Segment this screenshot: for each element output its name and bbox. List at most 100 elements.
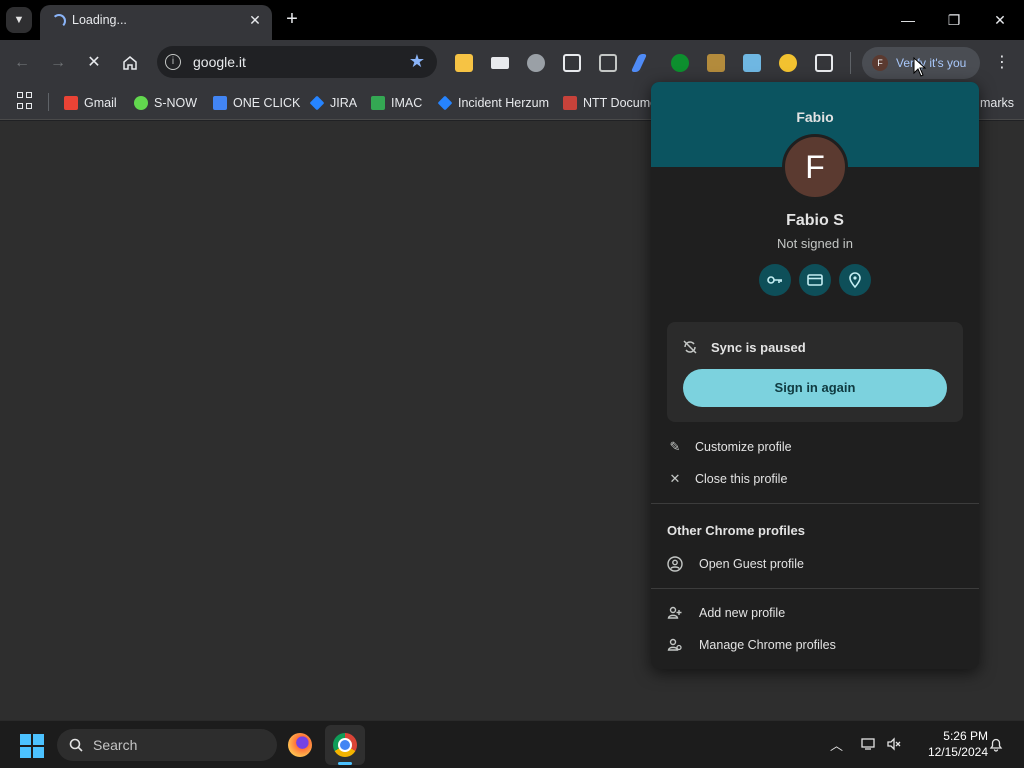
profile-full-name: Fabio S [786,212,844,229]
bookmark-incident-herzum[interactable]: Incident Herzum [437,93,550,113]
chrome-menu-button[interactable]: ⋮ [992,53,1012,73]
tab-search-button[interactable]: ▼ [6,7,32,33]
verify-label: Verify it's you [896,56,967,70]
profile-avatar: F [782,134,848,200]
bookmark-one-click[interactable]: ONE CLICK [213,93,300,113]
tools-extension-icon[interactable] [527,54,545,72]
active-tab[interactable]: Loading... ✕ [40,5,272,40]
chrome-icon [333,733,357,757]
bookmark-label: marks [980,96,1015,110]
mouse-cursor-icon [913,57,927,77]
mail-extension-icon[interactable] [491,57,509,69]
bookmarks-divider [48,93,49,111]
bookmark-star-icon[interactable]: ★ [409,51,425,72]
glasses-extension-icon[interactable] [563,54,581,72]
puzzle-extensions-icon[interactable] [815,54,833,72]
bookmark-label: IMAC [391,96,423,110]
menu-divider [651,503,979,504]
tab-strip: ▼ Loading... ✕ + — ❐ ✕ [0,0,1024,40]
emoji-extension-icon[interactable] [779,54,797,72]
menu-item-label: Close this profile [695,472,788,486]
bookmark-label: JIRA [330,96,358,110]
firefox-icon[interactable] [288,733,312,757]
add-new-profile-item[interactable]: Add new profile [651,599,979,627]
profile-avatar-small: F [872,55,888,71]
close-profile-item[interactable]: ✕ Close this profile [651,465,979,493]
pen-extension-icon[interactable] [630,54,648,72]
sync-paused-icon [683,340,697,354]
bookmark-label: Gmail [84,96,117,110]
menu-divider [651,588,979,589]
bookmark-ntt-documents[interactable]: NTT Docume [563,93,651,113]
network-icon[interactable] [861,736,877,755]
profile-menu: Fabio F Fabio S Not signed in Sync is pa… [651,82,979,669]
notifications-icon[interactable] [988,736,1004,755]
bookmark-label: ONE CLICK [233,96,301,110]
jira-icon [309,95,325,111]
open-guest-profile-item[interactable]: Open Guest profile [651,550,979,578]
customize-profile-item[interactable]: ✎ Customize profile [651,433,979,461]
tab-close-button[interactable]: ✕ [246,11,264,29]
more-vert-icon: ⋮ [994,54,1010,71]
loading-spinner-icon [52,14,66,28]
clock-time[interactable]: 5:26 PM [928,729,988,743]
servicenow-icon [134,96,148,110]
arrow-right-icon: → [50,54,66,71]
screen-extension-icon[interactable] [743,54,761,72]
bookmark-imac[interactable]: IMAC [371,93,422,113]
menu-item-label: Customize profile [695,440,792,454]
chrome-taskbar-button[interactable] [325,725,365,765]
url-text: google.it [193,54,246,70]
imac-icon [371,96,385,110]
maximize-button[interactable]: ❐ [944,10,964,30]
close-window-button[interactable]: ✕ [990,10,1010,30]
manage-profiles-item[interactable]: Manage Chrome profiles [651,631,979,659]
toolbar-divider [850,52,851,74]
pencil-icon: ✎ [669,439,681,454]
forward-button[interactable]: → [46,51,70,75]
clock-date[interactable]: 12/15/2024 [908,745,988,759]
chevron-down-icon: ▼ [13,14,25,26]
all-bookmarks-button[interactable]: marks [980,93,1014,113]
show-hidden-icons-button[interactable]: ︿ [830,735,843,754]
guest-profile-icon [667,556,683,572]
new-tab-button[interactable]: + [282,9,302,29]
credit-card-icon [807,274,823,286]
profile-banner-name: Fabio [796,109,834,125]
sign-in-again-button[interactable]: Sign in again [683,369,947,407]
home-button[interactable] [118,51,142,75]
keep-extension-icon[interactable] [455,54,473,72]
site-info-icon[interactable]: i [165,54,181,70]
passwords-button[interactable] [759,264,791,296]
oneclick-icon [213,96,227,110]
addresses-button[interactable] [839,264,871,296]
sync-card: Sync is paused Sign in again [667,322,963,422]
capture-extension-icon[interactable] [599,54,617,72]
start-button[interactable] [20,734,44,758]
stop-loading-button[interactable]: ✕ [82,51,106,75]
chevron-up-icon: ︿ [830,738,844,753]
bookmark-gmail[interactable]: Gmail [64,93,117,113]
apps-grid-icon[interactable] [17,92,35,110]
jira-icon [437,95,453,111]
windows-taskbar: Search ︿ 5:26 PM 12/15/2024 [0,720,1024,768]
payment-methods-button[interactable] [799,264,831,296]
close-icon: ✕ [669,471,681,486]
manage-people-icon [667,637,683,653]
close-icon: ✕ [87,54,101,71]
bookmark-jira[interactable]: JIRA [309,93,358,113]
bookmark-s-now[interactable]: S-NOW [134,93,197,113]
address-bar[interactable]: i google.it ★ [157,46,437,78]
key-icon [767,276,782,284]
active-app-indicator [338,762,352,765]
back-button[interactable]: ← [10,51,34,75]
browser-toolbar: ← → ✕ i google.it ★ F Verify it's you ⋮ [0,40,1024,86]
taskbar-search[interactable]: Search [57,729,277,761]
bookmark-label: NTT Docume [583,96,651,110]
bookmark-label: Incident Herzum [458,96,550,110]
volume-muted-icon[interactable] [886,736,902,755]
pencil-extension-icon[interactable] [707,54,725,72]
minimize-button[interactable]: — [898,10,918,30]
home-icon [123,56,137,70]
green-extension-icon[interactable] [671,54,689,72]
